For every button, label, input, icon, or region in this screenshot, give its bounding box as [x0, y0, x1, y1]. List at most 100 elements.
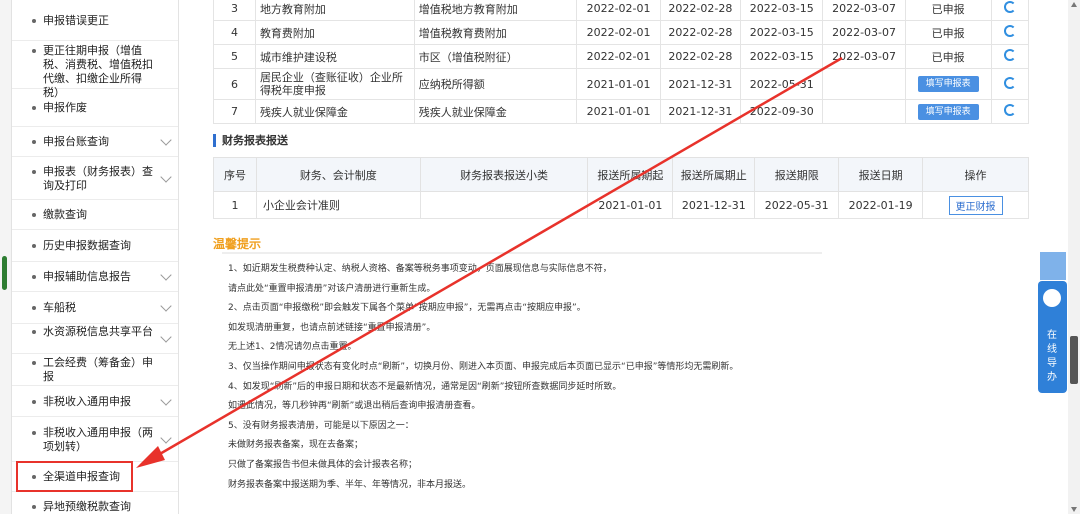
refresh-icon[interactable] [1003, 104, 1016, 116]
sidebar: 申报错误更正更正往期申报（增值税、消费税、增值税扣代缴、扣缴企业所得税） 申报作废… [12, 0, 179, 514]
column-header: 报送所属期起 [587, 157, 674, 192]
declare-date: 2022-03-07 [822, 0, 906, 21]
sidebar-item-label: 工会经费（筹备金）申报 [43, 356, 153, 383]
period-end: 2021-12-31 [659, 68, 742, 100]
chevron-down-icon[interactable] [160, 134, 172, 146]
tip-line: 无上述1、2情况请勿点击重置。 [228, 342, 357, 353]
tip-line: 4、如发现“刷新”后的申报日期和状态不是最新情况，通常是因“刷新”按钮所查数据同… [228, 381, 622, 392]
chevron-down-icon[interactable] [160, 432, 172, 444]
tax-item: 增值税教育费附加 [413, 20, 578, 45]
online-help-label: 在线导办 [1047, 330, 1057, 383]
bullet-icon [32, 213, 36, 217]
tax-name: 居民企业（查账征收）企业所得税年度申报 [254, 68, 415, 100]
chevron-down-icon[interactable] [160, 331, 172, 343]
sidebar-item-label: 历史申报数据查询 [43, 239, 131, 252]
correct-report-button[interactable]: 更正财报 [948, 195, 1003, 215]
bullet-icon [32, 170, 36, 174]
table-row: 1 小企业会计准则 2021-01-01 2021-12-31 2022-05-31 20… [213, 191, 1029, 219]
column-header: 序号 [213, 157, 257, 192]
row-number: 5 [213, 44, 256, 69]
period-start: 2021-01-01 [587, 191, 674, 219]
online-help-button[interactable]: 在线导办 [1038, 281, 1067, 393]
report-subtype [419, 191, 589, 219]
sidebar-item[interactable]: 车船税 [12, 292, 178, 324]
sidebar-item[interactable]: 更正往期申报（增值税、消费税、增值税扣代缴、扣缴企业所得税） [12, 41, 178, 99]
deadline: 2022-03-15 [740, 20, 824, 45]
refresh-icon[interactable] [1003, 1, 1016, 13]
tip-line: 财务报表备案中报送期为季、半年、年等情况，非本月报送。 [228, 479, 472, 490]
agent-face-icon [1043, 289, 1061, 307]
sidebar-item-label: 非税收入通用申报 [43, 395, 131, 408]
period-end: 2021-12-31 [659, 99, 742, 124]
tip-line: 5、没有财务报表清册，可能是以下原因之一： [228, 420, 414, 431]
chevron-down-icon[interactable] [160, 269, 172, 281]
period-end: 2022-02-28 [659, 0, 742, 21]
tip-line: 2、点击页面“申报缴税”即会触发下属各个菜单“按期应申报”，无需再点击“按期应申… [228, 303, 586, 314]
sidebar-item-label: 水资源税信息共享平台 [43, 325, 153, 338]
column-header: 操作 [922, 157, 1029, 192]
fill-form-button[interactable]: 填写申报表 [917, 103, 979, 120]
tax-item: 残疾人就业保障金 [413, 99, 578, 124]
sidebar-item[interactable]: 工会经费（筹备金）申报 [12, 354, 178, 386]
left-collapse-handle[interactable] [2, 256, 7, 290]
tip-line: 未做财务报表备案，现在去备案； [228, 440, 364, 451]
sidebar-item[interactable]: 申报台账查询 [12, 127, 178, 157]
sidebar-item[interactable]: 非税收入通用申报 [12, 386, 178, 417]
sidebar-item[interactable]: 历史申报数据查询 [12, 230, 178, 262]
sidebar-item[interactable]: 申报作废 [12, 89, 178, 127]
sidebar-item[interactable]: 申报辅助信息报告 [12, 262, 178, 292]
scroll-thumb[interactable] [1070, 336, 1078, 384]
row-number: 3 [213, 0, 256, 21]
tip-line: 3、仅当操作期间申报状态有变化时点“刷新”，切换月份、刚进入本页面、申报完成后本… [228, 361, 739, 372]
column-header: 财务报表报送小类 [419, 157, 589, 192]
bullet-icon [32, 19, 36, 23]
tax-name: 地方教育附加 [254, 0, 415, 21]
period-end: 2022-02-28 [659, 20, 742, 45]
tip-line: 1、如近期发生税费种认定、纳税人资格、备案等税务事项变动，页面展现信息与实际信息… [228, 264, 612, 274]
chevron-down-icon[interactable] [160, 300, 172, 312]
finance-report-table: 序号 财务、会计制度 财务报表报送小类 报送所属期起 报送所属期止 报送期限 报送日期 操作 … [213, 157, 1029, 219]
scroll-up-icon[interactable] [1071, 2, 1077, 7]
tax-name: 教育费附加 [254, 20, 415, 45]
bullet-icon [32, 275, 36, 279]
scroll-down-icon[interactable] [1071, 507, 1077, 512]
action-cell: 更正财报 [922, 191, 1029, 219]
bullet-icon [32, 400, 36, 404]
sidebar-item[interactable]: 申报错误更正 [12, 0, 178, 41]
tip-line: 请点此处“重置申报清册”对该户清册进行重新生成。 [228, 283, 436, 294]
period-end: 2022-02-28 [659, 44, 742, 69]
bullet-icon [32, 306, 36, 310]
refresh-cell [990, 68, 1030, 100]
declaration-table: 3 地方教育附加 增值税地方教育附加 2022-02-01 2022-02-28 2022… [213, 0, 1030, 124]
row-number: 6 [213, 68, 256, 100]
tips-title: 温馨提示 [213, 237, 262, 251]
avatar-icon[interactable] [1040, 252, 1066, 280]
bullet-icon [32, 106, 36, 110]
sidebar-item[interactable]: 非税收入通用申报（两项划转） [12, 417, 178, 462]
column-header: 报送所属期止 [672, 157, 756, 192]
sidebar-item[interactable]: 申报表（财务报表）查询及打印 [12, 157, 178, 200]
refresh-icon[interactable] [1003, 76, 1016, 89]
highlight-box [16, 461, 133, 492]
period-end: 2021-12-31 [672, 191, 756, 219]
refresh-cell [990, 20, 1030, 45]
chevron-down-icon[interactable] [160, 171, 172, 183]
fill-form-button[interactable]: 填写申报表 [917, 76, 979, 92]
bullet-icon [32, 244, 36, 248]
refresh-icon[interactable] [1003, 25, 1016, 37]
scrollbar[interactable] [1068, 0, 1080, 514]
deadline: 2022-03-15 [740, 0, 824, 21]
period-start: 2021-01-01 [576, 68, 661, 100]
refresh-cell [990, 44, 1030, 69]
status-cell: 已申报 [904, 20, 992, 45]
table-row: 6 居民企业（查账征收）企业所得税年度申报 应纳税所得额 2021-01-01 2021… [213, 68, 1030, 100]
sidebar-item[interactable]: 缴款查询 [12, 200, 178, 230]
sidebar-item[interactable]: 水资源税信息共享平台 [12, 324, 178, 354]
tax-name: 残疾人就业保障金 [254, 99, 415, 124]
row-number: 1 [213, 191, 257, 219]
refresh-icon[interactable] [1003, 49, 1016, 61]
sidebar-item[interactable]: 异地预缴税款查询 [12, 492, 178, 514]
chevron-down-icon[interactable] [160, 394, 172, 406]
sidebar-item-label: 申报错误更正 [43, 14, 109, 27]
sidebar-item-label: 申报辅助信息报告 [43, 270, 131, 283]
